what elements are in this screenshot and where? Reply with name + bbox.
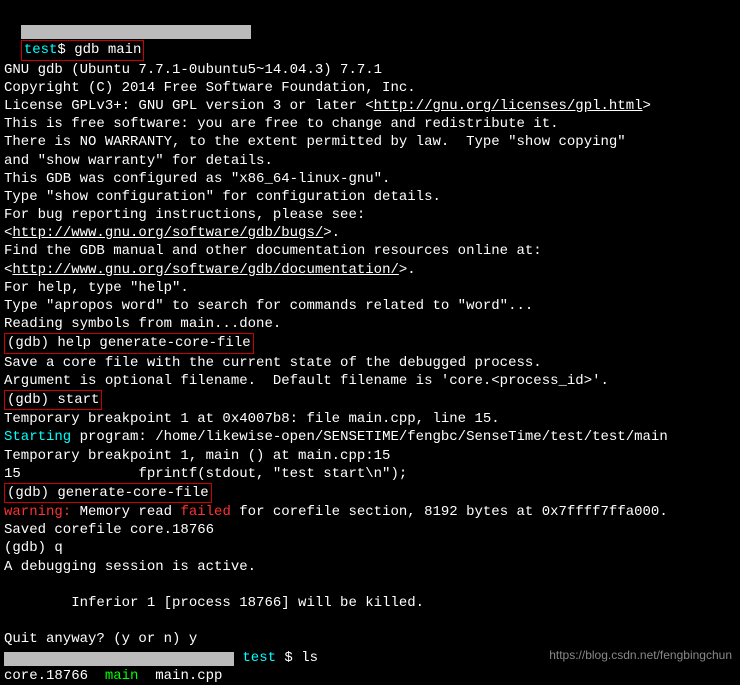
gdb-banner-0: GNU gdb (Ubuntu 7.7.1-0ubuntu5~14.04.3) … bbox=[4, 61, 736, 79]
gdb-banner-1: Copyright (C) 2014 Free Software Foundat… bbox=[4, 79, 736, 97]
license-line: License GPLv3+: GNU GPL version 3 or lat… bbox=[4, 97, 736, 115]
inferior-line: Inferior 1 [process 18766] will be kille… bbox=[4, 594, 736, 612]
tmp-bp: Temporary breakpoint 1 at 0x4007b8: file… bbox=[4, 410, 736, 428]
warn-failed: failed bbox=[180, 504, 230, 520]
blank-2 bbox=[4, 576, 736, 594]
gcf-desc-0: Save a core file with the current state … bbox=[4, 354, 736, 372]
prompt-cmd: $ gdb main bbox=[57, 42, 141, 58]
help-0: For help, type "help". bbox=[4, 279, 736, 297]
bp-hit: Temporary breakpoint 1, main () at main.… bbox=[4, 447, 736, 465]
quit-cmd[interactable]: (gdb) q bbox=[4, 539, 736, 557]
prompt2-dir: test bbox=[234, 650, 276, 666]
warning-label: warning: bbox=[4, 504, 71, 520]
license-post: > bbox=[643, 98, 651, 114]
box-start-row: (gdb) start bbox=[4, 390, 736, 410]
docs-url[interactable]: http://www.gnu.org/software/gdb/document… bbox=[12, 262, 398, 278]
starting-line: Starting program: /home/likewise-open/SE… bbox=[4, 428, 736, 446]
free-1: There is NO WARRANTY, to the extent perm… bbox=[4, 133, 736, 151]
license-pre: License GPLv3+: GNU GPL version 3 or lat… bbox=[4, 98, 374, 114]
docs-line: <http://www.gnu.org/software/gdb/documen… bbox=[4, 261, 736, 279]
ls-core: core.18766 bbox=[4, 668, 105, 684]
free-3: This GDB was configured as "x86_64-linux… bbox=[4, 170, 736, 188]
box-help-gcf[interactable]: (gdb) help generate-core-file bbox=[4, 333, 254, 353]
warn-mid: Memory read bbox=[71, 504, 180, 520]
box-help-gcf-row: (gdb) help generate-core-file bbox=[4, 333, 736, 353]
bugs-url[interactable]: http://www.gnu.org/software/gdb/bugs/ bbox=[12, 225, 323, 241]
quit-question[interactable]: Quit anyway? (y or n) y bbox=[4, 630, 736, 648]
saved-line: Saved corefile core.18766 bbox=[4, 521, 736, 539]
ls-main: main bbox=[105, 668, 139, 684]
src-line: 15 fprintf(stdout, "test start\n"); bbox=[4, 465, 736, 483]
docs-post: >. bbox=[399, 262, 416, 278]
box-gcf-row: (gdb) generate-core-file bbox=[4, 483, 736, 503]
box-gdb-main: test$ gdb main bbox=[21, 40, 145, 60]
free-5: For bug reporting instructions, please s… bbox=[4, 206, 736, 224]
license-url[interactable]: http://gnu.org/licenses/gpl.html bbox=[374, 98, 643, 114]
free-4: Type "show configuration" for configurat… bbox=[4, 188, 736, 206]
prompt2-cmd: $ ls bbox=[276, 650, 318, 666]
warning-line: warning: Memory read failed for corefile… bbox=[4, 503, 736, 521]
prompt-line-1[interactable]: test$ gdb main bbox=[4, 4, 736, 61]
find-line: Find the GDB manual and other documentat… bbox=[4, 242, 736, 260]
prompt-path-blank-2 bbox=[4, 652, 234, 666]
ls-output: core.18766 main main.cpp bbox=[4, 667, 736, 685]
starting-rest: program: /home/likewise-open/SENSETIME/f… bbox=[71, 429, 668, 445]
free-2: and "show warranty" for details. bbox=[4, 152, 736, 170]
prompt-dir: test bbox=[24, 42, 58, 58]
blank-3 bbox=[4, 612, 736, 630]
help-2: Reading symbols from main...done. bbox=[4, 315, 736, 333]
help-1: Type "apropos word" to search for comman… bbox=[4, 297, 736, 315]
free-0: This is free software: you are free to c… bbox=[4, 115, 736, 133]
box-start[interactable]: (gdb) start bbox=[4, 390, 102, 410]
ls-cpp: main.cpp bbox=[138, 668, 222, 684]
box-gcf[interactable]: (gdb) generate-core-file bbox=[4, 483, 212, 503]
gcf-desc-1: Argument is optional filename. Default f… bbox=[4, 372, 736, 390]
bugs-post: >. bbox=[323, 225, 340, 241]
watermark: https://blog.csdn.net/fengbingchun bbox=[549, 648, 732, 664]
warn-rest: for corefile section, 8192 bytes at 0x7f… bbox=[231, 504, 668, 520]
bugs-line: <http://www.gnu.org/software/gdb/bugs/>. bbox=[4, 224, 736, 242]
prompt-path-blank bbox=[21, 25, 251, 39]
active-line: A debugging session is active. bbox=[4, 558, 736, 576]
starting-label: Starting bbox=[4, 429, 71, 445]
